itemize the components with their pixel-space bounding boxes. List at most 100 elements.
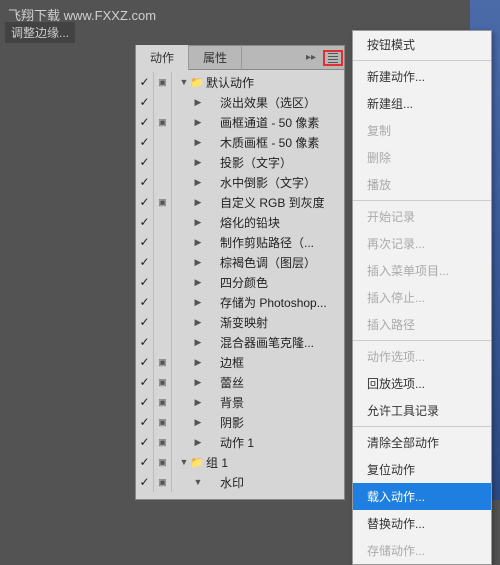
menu-play[interactable]: 播放 [353,171,491,198]
toggle-check[interactable]: ✓ [136,72,154,92]
dialog-check[interactable]: ▣ [154,472,172,492]
tree-row[interactable]: ✓▶四分颜色 [136,272,344,292]
menu-new-group[interactable]: 新建组... [353,90,491,117]
dialog-check[interactable]: ▣ [154,72,172,92]
dialog-check[interactable] [154,332,172,352]
expand-arrow-icon[interactable]: ▶ [192,397,204,408]
tree-row[interactable]: ✓▣▶动作 1 [136,432,344,452]
dialog-check[interactable] [154,172,172,192]
panel-menu-button[interactable] [322,47,344,69]
menu-save-actions[interactable]: 存储动作... [353,537,491,564]
tree-row[interactable]: ✓▶熔化的铅块 [136,212,344,232]
tab-properties[interactable]: 属性 [189,45,242,70]
menu-clear-all[interactable]: 清除全部动作 [353,429,491,456]
expand-arrow-icon[interactable]: ▶ [192,217,204,228]
dialog-check[interactable]: ▣ [154,372,172,392]
tree-row[interactable]: ✓▶水中倒影（文字） [136,172,344,192]
expand-arrow-icon[interactable]: ▶ [192,97,204,108]
dialog-check[interactable] [154,272,172,292]
expand-arrow-icon[interactable]: ▶ [192,197,204,208]
menu-start-record[interactable]: 开始记录 [353,203,491,230]
tab-collapse-icon[interactable]: ▸▸ [300,52,322,63]
dialog-check[interactable] [154,132,172,152]
dialog-check[interactable] [154,232,172,252]
expand-arrow-icon[interactable]: ▼ [178,77,190,87]
dialog-check[interactable]: ▣ [154,412,172,432]
menu-insert-path[interactable]: 插入路径 [353,311,491,338]
expand-arrow-icon[interactable]: ▶ [192,137,204,148]
dialog-check[interactable] [154,92,172,112]
expand-arrow-icon[interactable]: ▶ [192,177,204,188]
tree-row[interactable]: ✓▶淡出效果（选区） [136,92,344,112]
menu-button-mode[interactable]: 按钮模式 [353,31,491,58]
toggle-check[interactable]: ✓ [136,292,154,312]
toggle-check[interactable]: ✓ [136,332,154,352]
expand-arrow-icon[interactable]: ▶ [192,417,204,428]
toggle-check[interactable]: ✓ [136,352,154,372]
tree-row[interactable]: ✓▶混合器画笔克隆... [136,332,344,352]
menu-action-options[interactable]: 动作选项... [353,343,491,370]
menu-duplicate[interactable]: 复制 [353,117,491,144]
dialog-check[interactable]: ▣ [154,192,172,212]
tree-row[interactable]: ✓▶存储为 Photoshop... [136,292,344,312]
menu-new-action[interactable]: 新建动作... [353,63,491,90]
expand-arrow-icon[interactable]: ▶ [192,317,204,328]
expand-arrow-icon[interactable]: ▼ [178,457,190,467]
toggle-check[interactable]: ✓ [136,172,154,192]
dialog-check[interactable] [154,312,172,332]
dialog-check[interactable]: ▣ [154,112,172,132]
toggle-check[interactable]: ✓ [136,372,154,392]
tree-row[interactable]: ✓▣▶背景 [136,392,344,412]
tab-actions[interactable]: 动作 [136,45,189,70]
expand-arrow-icon[interactable]: ▶ [192,237,204,248]
toggle-check[interactable]: ✓ [136,112,154,132]
toggle-check[interactable]: ✓ [136,212,154,232]
tree-row[interactable]: ✓▣▼📁组 1 [136,452,344,472]
dialog-check[interactable] [154,152,172,172]
tree-row[interactable]: ✓▶木质画框 - 50 像素 [136,132,344,152]
expand-arrow-icon[interactable]: ▶ [192,437,204,448]
tree-row[interactable]: ✓▣▶画框通道 - 50 像素 [136,112,344,132]
expand-arrow-icon[interactable]: ▶ [192,297,204,308]
menu-playback-options[interactable]: 回放选项... [353,370,491,397]
toggle-check[interactable]: ✓ [136,432,154,452]
dialog-check[interactable]: ▣ [154,352,172,372]
menu-record-again[interactable]: 再次记录... [353,230,491,257]
expand-arrow-icon[interactable]: ▶ [192,117,204,128]
dialog-check[interactable] [154,252,172,272]
expand-arrow-icon[interactable]: ▶ [192,257,204,268]
menu-load-actions[interactable]: 载入动作... [353,483,491,510]
toggle-check[interactable]: ✓ [136,152,154,172]
expand-arrow-icon[interactable]: ▶ [192,277,204,288]
expand-arrow-icon[interactable]: ▶ [192,357,204,368]
tree-row[interactable]: ✓▣▶自定义 RGB 到灰度 [136,192,344,212]
toggle-check[interactable]: ✓ [136,252,154,272]
menu-delete[interactable]: 删除 [353,144,491,171]
toggle-check[interactable]: ✓ [136,312,154,332]
tree-row[interactable]: ✓▶棕褐色调（图层） [136,252,344,272]
toggle-check[interactable]: ✓ [136,132,154,152]
dialog-check[interactable] [154,212,172,232]
toggle-check[interactable]: ✓ [136,92,154,112]
menu-insert-menu[interactable]: 插入菜单项目... [353,257,491,284]
toggle-check[interactable]: ✓ [136,392,154,412]
tree-row[interactable]: ✓▣▶阴影 [136,412,344,432]
tree-row[interactable]: ✓▶渐变映射 [136,312,344,332]
tree-row[interactable]: ✓▣▼水印 [136,472,344,492]
expand-arrow-icon[interactable]: ▼ [192,477,204,487]
menu-replace-actions[interactable]: 替换动作... [353,510,491,537]
tree-row[interactable]: ✓▣▶边框 [136,352,344,372]
dialog-check[interactable]: ▣ [154,392,172,412]
expand-arrow-icon[interactable]: ▶ [192,337,204,348]
menu-reset-actions[interactable]: 复位动作 [353,456,491,483]
expand-arrow-icon[interactable]: ▶ [192,377,204,388]
menu-insert-stop[interactable]: 插入停止... [353,284,491,311]
dialog-check[interactable]: ▣ [154,432,172,452]
tree-row[interactable]: ✓▣▼📁默认动作 [136,72,344,92]
tree-row[interactable]: ✓▣▶蕾丝 [136,372,344,392]
toggle-check[interactable]: ✓ [136,192,154,212]
tree-row[interactable]: ✓▶制作剪贴路径（... [136,232,344,252]
toggle-check[interactable]: ✓ [136,472,154,492]
tree-row[interactable]: ✓▶投影（文字） [136,152,344,172]
expand-arrow-icon[interactable]: ▶ [192,157,204,168]
